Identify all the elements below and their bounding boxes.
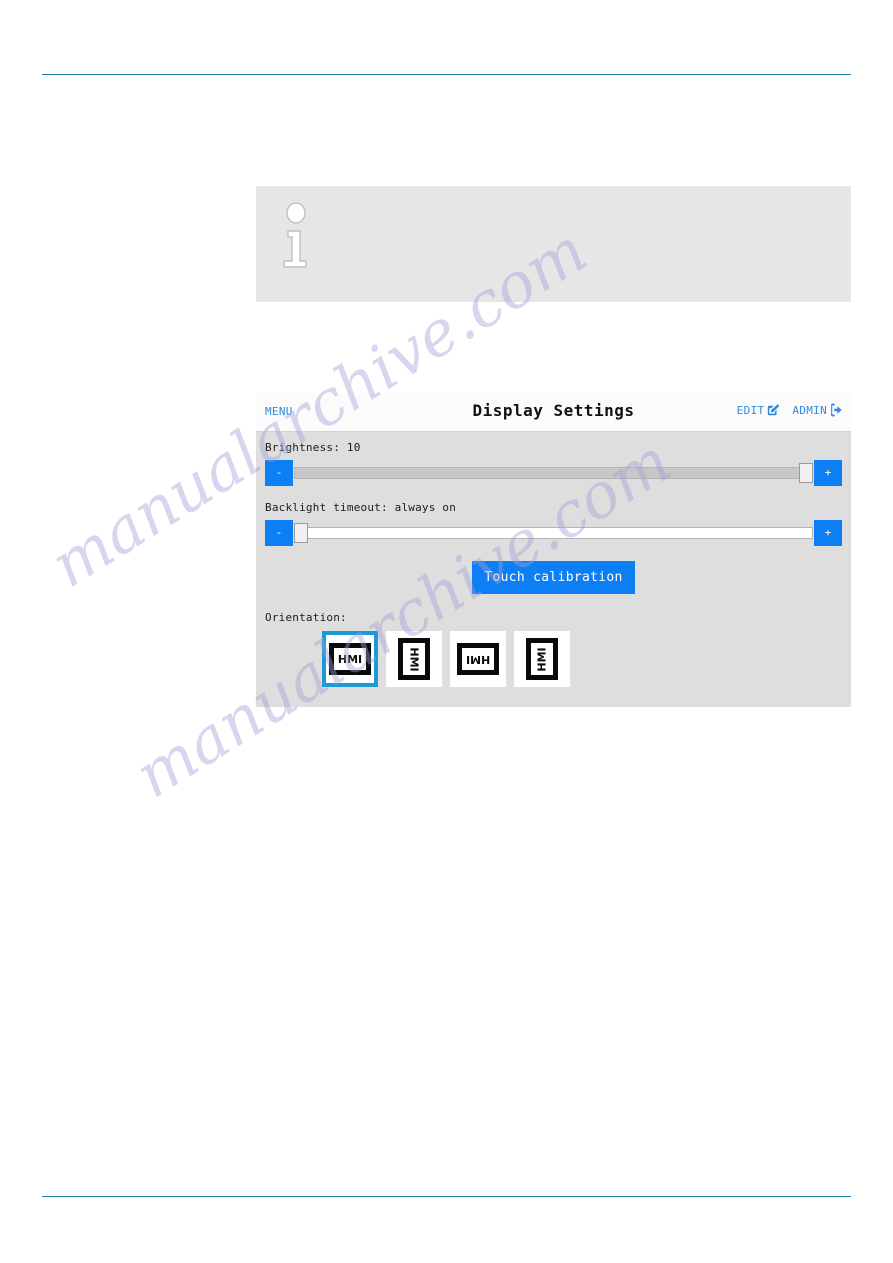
- orientation-option-270[interactable]: HMI: [514, 631, 570, 687]
- hmi-display-settings-panel: MENU Display Settings EDIT ADMIN Brightn…: [256, 393, 851, 707]
- page-header-rule: [42, 74, 851, 75]
- header-actions: EDIT ADMIN: [737, 403, 843, 417]
- edit-button-label: EDIT: [736, 403, 765, 417]
- screen-preview-portrait: HMI: [398, 638, 430, 680]
- brightness-label: Brightness: 10: [265, 441, 361, 454]
- edit-button[interactable]: EDIT: [737, 404, 780, 417]
- screen-label: HMI: [465, 652, 491, 666]
- screen-label: HMI: [337, 652, 363, 666]
- orientation-options: HMI HMI HMI HMI: [322, 631, 570, 687]
- brightness-slider[interactable]: [294, 460, 813, 486]
- backlight-timeout-label: Backlight timeout: always on: [265, 501, 457, 514]
- info-i-icon: [283, 202, 307, 268]
- orientation-option-180[interactable]: HMI: [450, 631, 506, 687]
- backlight-increase-button[interactable]: +: [814, 520, 842, 546]
- page-footer-rule: [42, 1196, 851, 1197]
- admin-button-label: ADMIN: [792, 403, 827, 417]
- screen-preview-landscape: HMI: [329, 643, 371, 675]
- screen-preview-portrait: HMI: [526, 638, 558, 680]
- brightness-increase-button[interactable]: +: [814, 460, 842, 486]
- brightness-slider-track[interactable]: [294, 467, 813, 479]
- backlight-slider-row: - +: [265, 520, 842, 546]
- orientation-label: Orientation:: [265, 611, 347, 624]
- hmi-header-bar: MENU Display Settings EDIT ADMIN: [256, 393, 851, 432]
- brightness-decrease-button[interactable]: -: [265, 460, 293, 486]
- backlight-slider-thumb[interactable]: [294, 523, 308, 543]
- screen-label: HMI: [535, 646, 549, 672]
- orientation-option-90[interactable]: HMI: [386, 631, 442, 687]
- edit-square-pencil-icon: [768, 404, 780, 415]
- brightness-slider-row: - +: [265, 460, 842, 486]
- logout-arrow-icon: [831, 403, 842, 417]
- backlight-decrease-button[interactable]: -: [265, 520, 293, 546]
- brightness-slider-thumb[interactable]: [799, 463, 813, 483]
- screen-label: HMI: [407, 646, 421, 672]
- info-callout: [256, 186, 851, 302]
- backlight-slider-track[interactable]: [294, 527, 813, 539]
- screen-preview-landscape: HMI: [457, 643, 499, 675]
- orientation-option-0[interactable]: HMI: [322, 631, 378, 687]
- admin-button[interactable]: ADMIN: [792, 403, 843, 417]
- touch-calibration-button[interactable]: Touch calibration: [472, 561, 635, 594]
- backlight-slider[interactable]: [294, 520, 813, 546]
